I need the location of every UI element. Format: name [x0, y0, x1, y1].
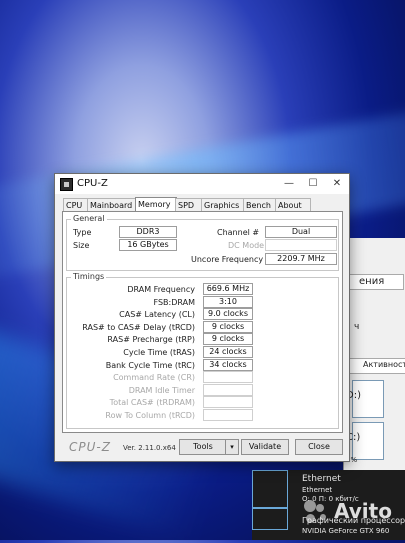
- timing-value: 24 clocks: [203, 346, 253, 358]
- watermark-dot-icon: [304, 500, 316, 512]
- ethernet-subtitle: Ethernet: [302, 486, 333, 494]
- size-value: 16 GBytes: [119, 239, 177, 251]
- task-manager-search-box[interactable]: ения: [346, 274, 404, 290]
- ethernet-graph[interactable]: [252, 470, 288, 508]
- type-label: Type: [73, 228, 92, 237]
- tools-button[interactable]: Tools: [179, 439, 227, 455]
- timing-label: Row To Column (tRCD): [105, 411, 195, 420]
- timing-value: 9 clocks: [203, 320, 253, 333]
- task-manager-text-fragment: ения: [359, 276, 385, 287]
- uncore-frequency-value: 2209.7 MHz: [265, 253, 337, 265]
- timing-value: 3:10: [203, 295, 253, 308]
- timing-label: Cycle Time (tRAS): [123, 348, 195, 357]
- timing-label: CAS# Latency (CL): [119, 310, 195, 320]
- timing-label: RAS# to CAS# Delay (tRCD): [82, 322, 195, 332]
- cpuz-logo: CPU-Z: [69, 440, 111, 454]
- timing-label: RAS# Precharge (tRP): [107, 335, 195, 345]
- cpuz-app-icon: [60, 178, 73, 191]
- activity-button[interactable]: Активность: [346, 358, 405, 374]
- dc-mode-label: DC Mode: [228, 241, 265, 250]
- timing-value: 34 clocks: [203, 358, 253, 371]
- timing-value: 9 clocks: [203, 333, 253, 346]
- timing-label: DRAM Frequency: [127, 285, 195, 294]
- activity-label: Активность: [363, 360, 405, 369]
- timing-label: FSB:DRAM: [153, 297, 196, 307]
- general-legend: General: [71, 214, 107, 223]
- timings-legend: Timings: [71, 272, 107, 281]
- task-manager-text-fragment-2: ч: [354, 322, 360, 332]
- timing-label: Total CAS# (tRDRAM): [109, 398, 195, 408]
- avito-watermark: Avito: [300, 498, 400, 526]
- timing-label: DRAM Idle Timer: [128, 385, 195, 395]
- close-button[interactable]: Close: [295, 439, 343, 455]
- validate-button[interactable]: Validate: [241, 439, 289, 455]
- watermark-dot-icon: [306, 514, 315, 523]
- title-bar[interactable]: CPU-Z — ☐ ✕: [55, 174, 349, 194]
- cpuz-window: CPU-Z — ☐ ✕ CPU Mainboard Memory SPD Gra…: [54, 173, 350, 462]
- tab-spd[interactable]: SPD: [175, 198, 203, 212]
- memory-panel: General Type DDR3 Size 16 GBytes Channel…: [62, 211, 343, 433]
- tab-memory[interactable]: Memory: [135, 197, 177, 212]
- channel-label: Channel #: [217, 228, 260, 237]
- watermark-text: Avito: [334, 499, 392, 523]
- gpu-graph[interactable]: [252, 508, 288, 530]
- channel-value: Dual: [265, 226, 337, 238]
- window-title: CPU-Z: [77, 178, 108, 189]
- timings-group: Timings DRAM Frequency 669.6 MHz FSB:DRAM 3…: [66, 272, 339, 429]
- timing-value: 9.0 clocks: [203, 308, 253, 321]
- timing-value: [203, 371, 253, 384]
- size-label: Size: [73, 241, 90, 250]
- gpu-name: NVIDIA GeForce GTX 960: [302, 527, 390, 535]
- timing-value: [203, 409, 253, 421]
- watermark-dot-icon: [316, 504, 324, 512]
- tab-cpu[interactable]: CPU: [63, 198, 89, 212]
- tab-bench[interactable]: Bench: [243, 198, 277, 212]
- timing-value: [203, 383, 253, 396]
- timing-label: Bank Cycle Time (tRC): [105, 360, 195, 370]
- version-label: Ver. 2.11.0.x64: [123, 444, 176, 452]
- ethernet-title: Ethernet: [302, 474, 341, 484]
- minimize-button[interactable]: —: [277, 175, 301, 193]
- type-value: DDR3: [119, 226, 177, 238]
- tab-mainboard[interactable]: Mainboard: [87, 198, 137, 212]
- timing-value: [203, 396, 253, 409]
- footer-bar: CPU-Z Ver. 2.11.0.x64 Tools ▾ Validate C…: [55, 436, 349, 460]
- maximize-button[interactable]: ☐: [301, 175, 325, 193]
- tab-graphics[interactable]: Graphics: [201, 198, 245, 212]
- uncore-frequency-label: Uncore Frequency: [191, 255, 264, 264]
- general-group: General Type DDR3 Size 16 GBytes Channel…: [66, 214, 339, 271]
- dc-mode-value: [265, 239, 337, 251]
- tab-about[interactable]: About: [275, 198, 311, 212]
- timing-label: Command Rate (CR): [113, 373, 195, 383]
- tools-dropdown-button[interactable]: ▾: [225, 439, 239, 455]
- timing-value: 669.6 MHz: [203, 283, 253, 295]
- watermark-dot-icon: [320, 514, 326, 520]
- close-window-button[interactable]: ✕: [325, 175, 349, 193]
